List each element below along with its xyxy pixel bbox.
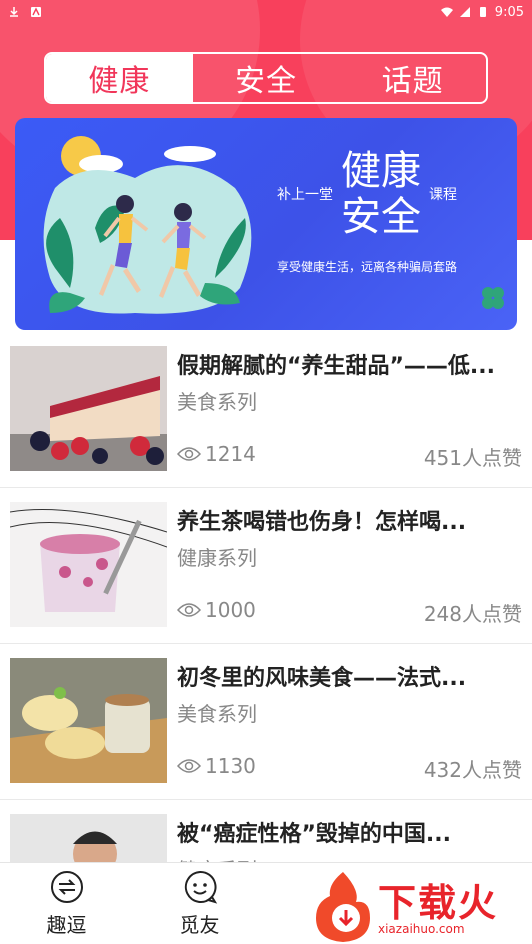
article-item[interactable]: 假期解腻的“养生甜品”——低... 美食系列 1214 451人点赞 [0,332,532,488]
likes-count: 432人点赞 [423,758,522,782]
app-notification-icon [31,7,41,17]
banner-text: 补上一堂 健康 安全 课程 享受健康生活，远离各种骗局套路 [277,148,507,275]
watermark-text: 下载火 [378,881,499,925]
watermark-logo: 下载火 xiazaihuo.com [310,870,532,944]
watermark-url: xiazaihuo.com [378,922,465,936]
banner-big-line-2: 安全 [341,194,421,240]
tab-health[interactable]: 健康 [46,54,193,102]
article-views: 1214 [177,442,256,466]
article-views: 1000 [177,598,256,622]
nav-label: 趣逗 [46,913,87,937]
eye-icon [177,603,201,617]
article-category: 美食系列 [177,702,257,726]
wifi-icon [440,7,453,17]
category-tabs: 健康 安全 话题 [44,52,488,104]
chat-icon [184,870,217,904]
banner-big-line-1: 健康 [341,148,421,194]
nav-label: 觅友 [179,913,220,937]
article-item[interactable]: 初冬里的风味美食——法式... 美食系列 1130 432人点赞 [0,644,532,800]
article-title[interactable]: 养生茶喝错也伤身！怎样喝... [177,504,522,536]
eye-icon [177,759,201,773]
views-count: 1130 [205,754,256,778]
eye-icon [177,447,201,461]
battery-icon [479,7,486,17]
status-bar: 9:05 [0,0,532,24]
download-icon [10,7,18,17]
likes-count: 248人点赞 [423,602,522,626]
status-time: 9:05 [494,4,524,20]
article-views: 1130 [177,754,256,778]
runners-illustration [43,136,252,314]
article-thumbnail [10,346,167,471]
signal-icon [459,7,470,17]
views-count: 1214 [205,442,256,466]
nav-item-miyou[interactable]: 觅友 [133,863,266,944]
article-title[interactable]: 初冬里的风味美食——法式... [177,660,522,692]
tab-safety[interactable]: 安全 [193,54,340,102]
article-category: 健康系列 [177,546,257,570]
views-count: 1000 [205,598,256,622]
likes-count: 451人点赞 [423,446,522,470]
banner-subtitle: 享受健康生活，远离各种骗局套路 [277,260,458,274]
nav-item-qudou[interactable]: 趣逗 [0,863,133,944]
article-category: 美食系列 [177,390,257,414]
article-thumbnail [10,658,167,783]
tab-topics[interactable]: 话题 [339,54,486,102]
exchange-icon [50,871,83,903]
promo-banner[interactable]: 补上一堂 健康 安全 课程 享受健康生活，远离各种骗局套路 [15,118,517,330]
article-title[interactable]: 假期解腻的“养生甜品”——低... [177,348,522,380]
article-list: 假期解腻的“养生甜品”——低... 美食系列 1214 451人点赞 养生茶喝错… [0,332,532,944]
article-thumbnail [10,502,167,627]
banner-right-text: 课程 [429,187,457,203]
article-item[interactable]: 养生茶喝错也伤身！怎样喝... 健康系列 1000 248人点赞 [0,488,532,644]
flame-logo-icon [316,872,370,942]
article-title[interactable]: 被“癌症性格”毁掉的中国... [177,816,522,848]
clover-icon [482,287,504,309]
banner-left-text: 补上一堂 [277,187,333,203]
